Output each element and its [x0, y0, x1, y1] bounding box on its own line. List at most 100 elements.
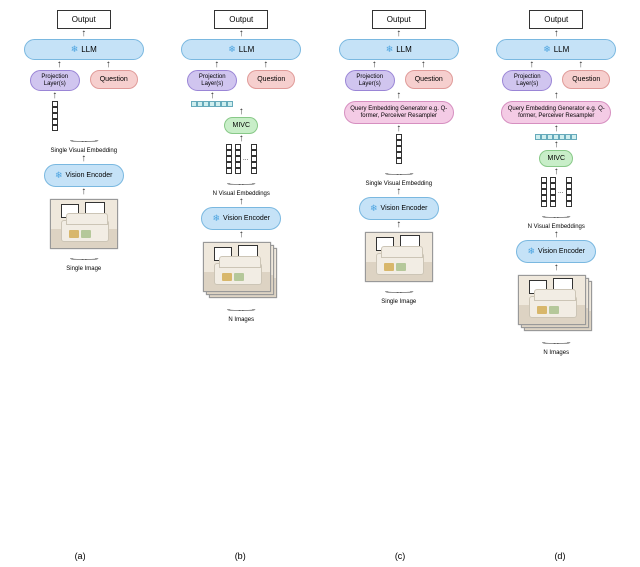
- arrow-icon: ↑: [578, 61, 583, 69]
- arrow-icon: ↑: [421, 61, 426, 69]
- arrow-icon: ↑: [554, 231, 559, 239]
- question-block: Question: [405, 70, 453, 89]
- arrow-icon: ↑: [106, 61, 111, 69]
- llm-label: LLM: [81, 45, 97, 54]
- llm-block: ❄ LLM: [496, 39, 616, 60]
- question-block: Question: [562, 70, 610, 89]
- snowflake-icon: ❄: [370, 203, 378, 214]
- image-caption: Single Image: [66, 266, 101, 272]
- arrow-row: ↑ ↑: [529, 60, 583, 70]
- brace-icon: ⏟: [542, 210, 571, 219]
- snowflake-icon: ❄: [386, 44, 394, 55]
- variant-label-d: (d): [554, 551, 565, 561]
- vision-encoder-label: Vision Encoder: [66, 172, 113, 179]
- arrow-icon: ↑: [396, 30, 401, 38]
- arrow-icon: ↑: [529, 61, 534, 69]
- projection-block: Projection Layer(s): [345, 70, 395, 91]
- brace-icon: ⏟: [542, 336, 571, 345]
- ellipsis-icon: …: [558, 189, 564, 195]
- vision-encoder-label: Vision Encoder: [223, 215, 270, 222]
- output-box: Output: [214, 10, 268, 29]
- arrow-icon: ↑: [554, 141, 559, 149]
- variant-b: Output ↑ ❄ LLM ↑ ↑ Projection Layer(s) ↑…: [164, 10, 319, 356]
- brace-icon: ⏟: [69, 133, 98, 142]
- arrow-icon: ↑: [396, 125, 401, 133]
- output-box: Output: [372, 10, 426, 29]
- question-block: Question: [90, 70, 138, 89]
- arrow-row: ↑ ↑: [372, 60, 426, 70]
- image-input: [365, 232, 433, 282]
- arrow-icon: ↑: [239, 198, 244, 206]
- llm-label: LLM: [239, 45, 255, 54]
- proj-question-row: Projection Layer(s) ↑ Question: [30, 70, 138, 131]
- projection-block: Projection Layer(s): [502, 70, 552, 91]
- vision-encoder-label: Vision Encoder: [538, 248, 585, 255]
- arrow-icon: ↑: [52, 92, 57, 100]
- image-stack: [203, 242, 279, 300]
- image-caption: N Images: [228, 317, 254, 323]
- arrow-icon: ↑: [554, 30, 559, 38]
- query-embedding-generator: Query Embedding Generator e.g. Q-former,…: [344, 101, 454, 124]
- arrow-icon: ↑: [396, 92, 401, 100]
- proj-question-row: Projection Layer(s) Question: [345, 70, 453, 91]
- projection-block: Projection Layer(s): [30, 70, 80, 91]
- snowflake-icon: ❄: [212, 213, 220, 224]
- snowflake-icon: ❄: [543, 44, 551, 55]
- image-caption: N Images: [543, 350, 569, 356]
- llm-label: LLM: [554, 45, 570, 54]
- variant-label-c: (c): [395, 551, 406, 561]
- snowflake-icon: ❄: [228, 44, 236, 55]
- diagram-canvas: Output ↑ ❄ LLM ↑ ↑ Projection Layer(s) ↑…: [0, 0, 640, 356]
- projection-block: Projection Layer(s): [187, 70, 237, 91]
- output-box: Output: [57, 10, 111, 29]
- variant-labels-row: (a) (b) (c) (d): [0, 551, 640, 561]
- arrow-icon: ↑: [372, 61, 377, 69]
- arrow-icon: ↑: [81, 188, 86, 196]
- llm-block: ❄ LLM: [181, 39, 301, 60]
- proj-question-row: Projection Layer(s) Question: [502, 70, 610, 91]
- mivc-block: MIVC: [539, 150, 573, 167]
- arrow-icon: ↑: [239, 135, 244, 143]
- image-input: [50, 199, 118, 249]
- arrow-icon: ↑: [57, 61, 62, 69]
- vision-encoder-block: ❄ Vision Encoder: [44, 164, 124, 187]
- brace-icon: ⏟: [384, 167, 413, 176]
- brace-icon: ⏟: [69, 251, 98, 260]
- arrow-row: ↑ ↑: [57, 60, 111, 70]
- variant-label-b: (b): [235, 551, 246, 561]
- n-embeddings-row: …: [541, 177, 572, 207]
- brace-icon: ⏟: [384, 285, 413, 294]
- embedding-vertical: [396, 134, 402, 164]
- variant-c: Output ↑ ❄ LLM ↑ ↑ Projection Layer(s) Q…: [321, 10, 476, 356]
- arrow-icon: ↑: [554, 92, 559, 100]
- image-stack: [518, 275, 594, 333]
- vision-encoder-block: ❄ Vision Encoder: [201, 207, 281, 230]
- query-embedding-generator: Query Embedding Generator e.g. Q-former,…: [501, 101, 611, 124]
- mivc-block: MIVC: [224, 117, 258, 134]
- arrow-icon: ↑: [239, 231, 244, 239]
- arrow-icon: ↑: [214, 61, 219, 69]
- arrow-icon: ↑: [210, 92, 215, 100]
- output-box: Output: [529, 10, 583, 29]
- proj-question-row: Projection Layer(s) ↑ Question: [187, 70, 295, 107]
- variant-label-a: (a): [75, 551, 86, 561]
- embedding-vertical: [52, 101, 58, 131]
- arrow-icon: ↑: [554, 168, 559, 176]
- arrow-icon: ↑: [81, 30, 86, 38]
- arrow-icon: ↑: [239, 108, 244, 116]
- ellipsis-icon: …: [243, 156, 249, 162]
- vision-encoder-label: Vision Encoder: [381, 205, 428, 212]
- arrow-row: ↑ ↑: [214, 60, 268, 70]
- variant-a: Output ↑ ❄ LLM ↑ ↑ Projection Layer(s) ↑…: [6, 10, 161, 356]
- variant-d: Output ↑ ❄ LLM ↑ ↑ Projection Layer(s) Q…: [479, 10, 634, 356]
- embedding-horizontal: [191, 101, 233, 107]
- vision-encoder-block: ❄ Vision Encoder: [359, 197, 439, 220]
- vision-encoder-block: ❄ Vision Encoder: [516, 240, 596, 263]
- image-caption: Single Image: [381, 299, 416, 305]
- arrow-icon: ↑: [81, 155, 86, 163]
- llm-label: LLM: [396, 45, 412, 54]
- arrow-icon: ↑: [554, 264, 559, 272]
- snowflake-icon: ❄: [71, 44, 79, 55]
- arrow-icon: ↑: [396, 188, 401, 196]
- arrow-icon: ↑: [263, 61, 268, 69]
